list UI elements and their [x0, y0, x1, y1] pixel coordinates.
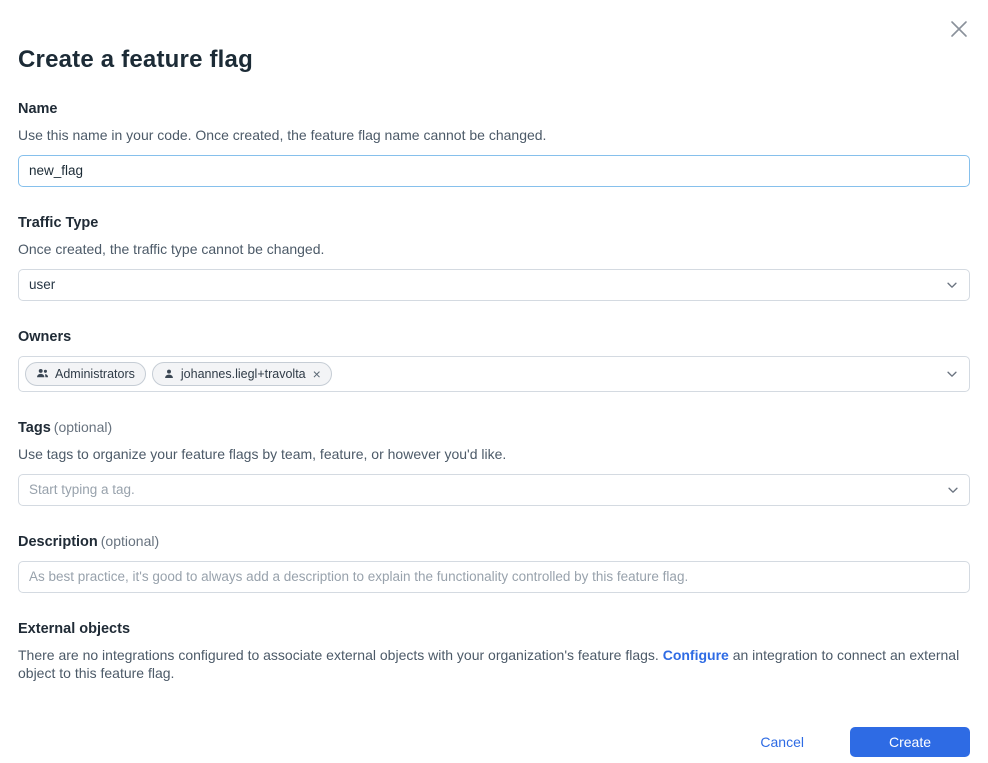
- description-input[interactable]: [18, 561, 970, 593]
- external-objects-section: External objects There are no integratio…: [18, 620, 970, 683]
- owner-chip-user: johannes.liegl+travolta ×: [152, 362, 332, 386]
- name-input[interactable]: [18, 155, 970, 187]
- chevron-down-icon: [945, 367, 959, 381]
- name-section: Name Use this name in your code. Once cr…: [18, 100, 970, 187]
- owner-chip-label: Administrators: [55, 367, 135, 381]
- page-title: Create a feature flag: [18, 46, 970, 74]
- create-button[interactable]: Create: [850, 727, 970, 757]
- traffic-type-label: Traffic Type: [18, 215, 98, 231]
- name-helper: Use this name in your code. Once created…: [18, 126, 970, 145]
- traffic-type-select[interactable]: user: [18, 269, 970, 301]
- traffic-type-helper: Once created, the traffic type cannot be…: [18, 240, 970, 259]
- cancel-button[interactable]: Cancel: [752, 728, 812, 756]
- chevron-down-icon: [945, 278, 959, 292]
- description-optional-suffix: (optional): [101, 533, 159, 549]
- group-icon: [36, 367, 49, 380]
- tags-section: Tags(optional) Use tags to organize your…: [18, 419, 970, 506]
- tags-optional-suffix: (optional): [54, 419, 112, 435]
- traffic-type-section: Traffic Type Once created, the traffic t…: [18, 214, 970, 301]
- modal-footer: Cancel Create: [18, 727, 970, 757]
- external-objects-text-before: There are no integrations configured to …: [18, 647, 659, 663]
- external-objects-text: There are no integrations configured to …: [18, 646, 970, 683]
- owners-multiselect[interactable]: Administrators johannes.liegl+travolta ×: [18, 356, 970, 392]
- chevron-down-icon: [946, 483, 960, 497]
- owners-label: Owners: [18, 329, 71, 345]
- configure-link[interactable]: Configure: [663, 647, 729, 663]
- remove-chip-icon[interactable]: ×: [313, 367, 321, 381]
- external-objects-label: External objects: [18, 621, 130, 637]
- description-section: Description(optional): [18, 533, 970, 593]
- tags-label: Tags: [18, 420, 51, 436]
- description-label: Description: [18, 534, 98, 550]
- create-feature-flag-modal: Create a feature flag Name Use this name…: [0, 0, 988, 757]
- tags-helper: Use tags to organize your feature flags …: [18, 445, 970, 464]
- close-icon[interactable]: [944, 14, 974, 44]
- owner-chip-label: johannes.liegl+travolta: [181, 367, 306, 381]
- name-label: Name: [18, 101, 58, 117]
- close-x-glyph: [948, 18, 970, 40]
- traffic-type-selected-value: user: [29, 277, 55, 292]
- owners-section: Owners Administrators: [18, 328, 970, 392]
- tags-input[interactable]: [18, 474, 970, 506]
- owner-chip-administrators: Administrators: [25, 362, 146, 386]
- person-icon: [163, 368, 175, 380]
